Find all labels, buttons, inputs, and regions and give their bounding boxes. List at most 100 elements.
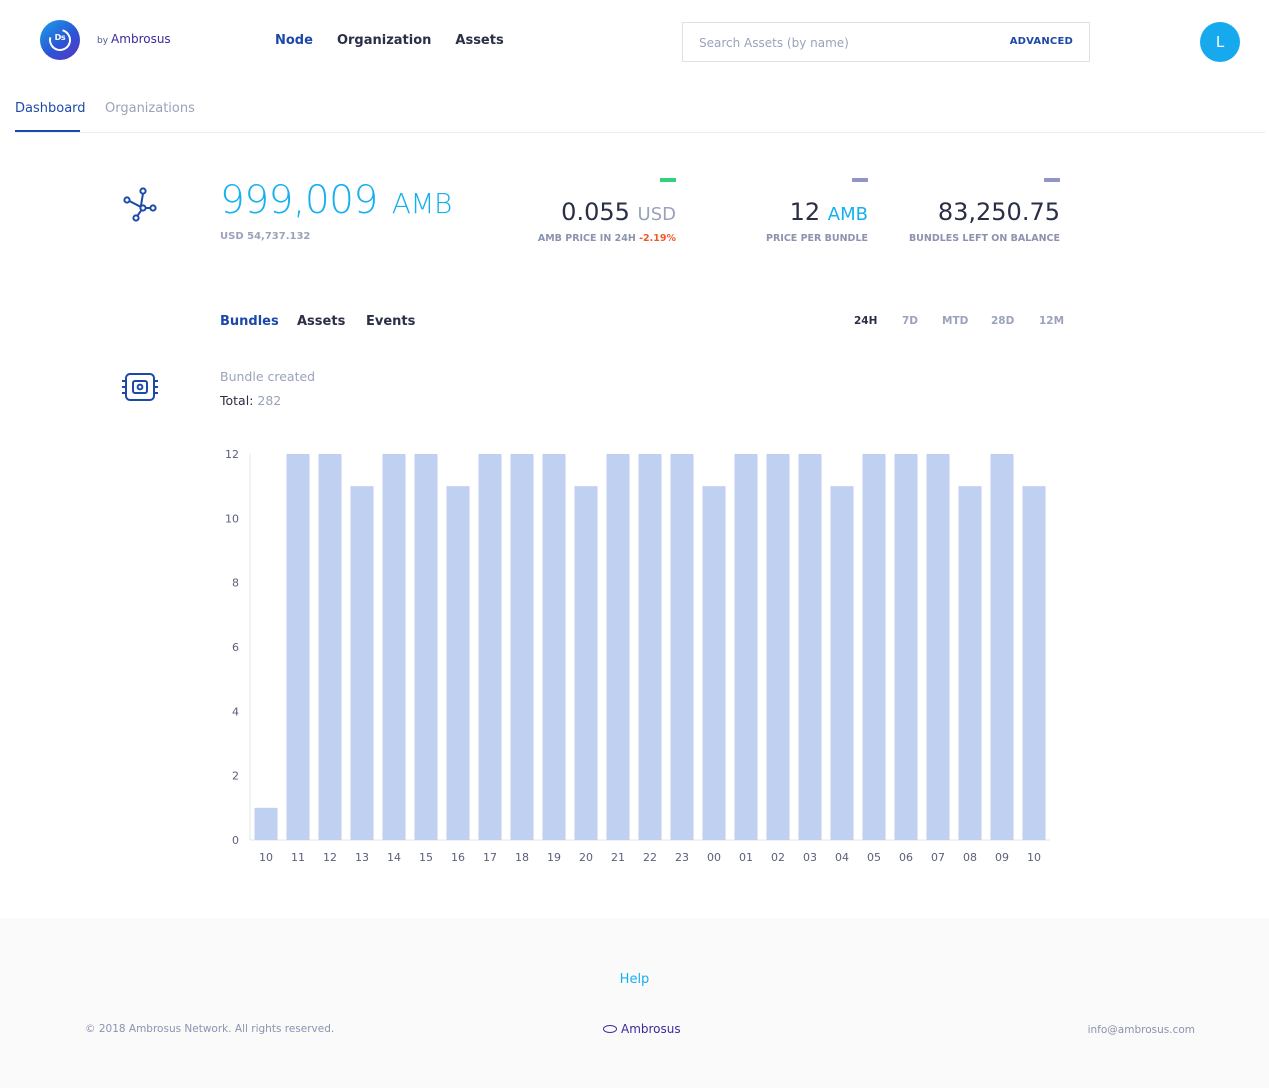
bundle-price-number: 12	[789, 198, 821, 226]
footer-brand: Ambrosus	[621, 1022, 681, 1036]
by-ambrosus-label: by Ambrosus	[97, 32, 171, 46]
price-unit: USD	[637, 204, 676, 225]
x-tick-label: 08	[963, 851, 977, 864]
period-28d[interactable]: 28D	[991, 315, 1014, 327]
contact-email-link[interactable]: info@ambrosus.com	[1088, 1024, 1195, 1036]
price-number: 0.055	[561, 198, 630, 226]
amb-price-label: AMB PRICE IN 24H -2.19%	[538, 233, 676, 244]
balance-amount: 999,009 AMB	[220, 178, 452, 223]
bar	[862, 454, 886, 840]
help-link[interactable]: Help	[0, 972, 1269, 987]
bundle-price-label: PRICE PER BUNDLE	[766, 233, 868, 244]
bar	[670, 454, 694, 840]
x-tick-label: 10	[259, 851, 273, 864]
nav-node[interactable]: Node	[275, 33, 313, 48]
x-tick-label: 13	[355, 851, 369, 864]
x-tick-label: 18	[515, 851, 529, 864]
advanced-search-button[interactable]: ADVANCED	[1010, 36, 1073, 47]
x-tick-label: 02	[771, 851, 785, 864]
x-tick-label: 05	[867, 851, 881, 864]
chart-tab-bundles[interactable]: Bundles	[220, 314, 279, 329]
bar	[990, 454, 1014, 840]
bar	[254, 807, 278, 840]
y-tick-label: 2	[232, 770, 239, 783]
bundles-bar-chart: 02468101210 11 12 13 14 15 16 17 18 19 20 21 22 23 00 0…	[225, 448, 1050, 864]
x-tick-label: 21	[611, 851, 625, 864]
x-tick-label: 09	[995, 851, 1009, 864]
nav-assets[interactable]: Assets	[455, 33, 503, 48]
x-tick-label: 04	[835, 851, 849, 864]
price-label-text: AMB PRICE IN 24H	[537, 233, 636, 244]
bar	[606, 454, 630, 840]
price-indicator	[660, 178, 676, 182]
x-tick-label: 17	[483, 851, 497, 864]
ambrosus-brand: Ambrosus	[111, 32, 171, 46]
search-input[interactable]	[699, 34, 999, 52]
bundle-price-indicator	[852, 178, 868, 182]
search-box: ADVANCED	[682, 22, 1090, 62]
x-tick-label: 16	[451, 851, 465, 864]
bar	[350, 486, 374, 840]
x-tick-label: 12	[323, 851, 337, 864]
bundles-left-value: 83,250.75	[937, 198, 1060, 226]
bundles-left-label: BUNDLES LEFT ON BALANCE	[908, 233, 1060, 244]
main-nav: Node Organization Assets	[275, 33, 528, 48]
bar	[766, 454, 790, 840]
x-tick-label: 00	[707, 851, 721, 864]
y-tick-label: 10	[225, 512, 239, 525]
period-mtd[interactable]: MTD	[942, 315, 968, 327]
amb-price-stat: 0.055 USD AMB PRICE IN 24H -2.19%	[476, 178, 676, 248]
x-tick-label: 22	[643, 851, 657, 864]
bar	[830, 486, 854, 840]
period-7d[interactable]: 7D	[902, 315, 918, 327]
footer-logo: Ambrosus	[603, 1022, 681, 1036]
bar	[1022, 486, 1046, 840]
x-tick-label: 11	[291, 851, 305, 864]
user-avatar[interactable]: L	[1200, 22, 1240, 62]
bar	[798, 454, 822, 840]
bar	[638, 454, 662, 840]
y-tick-label: 6	[232, 641, 239, 654]
bar	[318, 454, 342, 840]
bundle-price-value: 12 AMB	[790, 198, 868, 226]
y-tick-label: 4	[232, 705, 239, 718]
x-tick-label: 07	[931, 851, 945, 864]
x-tick-label: 14	[387, 851, 401, 864]
network-nodes-icon	[123, 187, 157, 222]
ambrosus-eye-icon	[603, 1024, 617, 1033]
amb-price-value: 0.055 USD	[561, 198, 676, 226]
chart-title: Bundle created	[220, 369, 316, 384]
period-24h[interactable]: 24H	[854, 315, 877, 327]
tab-dashboard[interactable]: Dashboard	[15, 101, 86, 116]
copyright-text: © 2018 Ambrosus Network. All rights rese…	[85, 1023, 335, 1035]
period-12m[interactable]: 12M	[1039, 315, 1064, 327]
y-tick-label: 0	[232, 834, 239, 847]
y-tick-label: 12	[225, 448, 239, 461]
bundles-left-indicator	[1044, 178, 1060, 182]
footer: Help © 2018 Ambrosus Network. All rights…	[0, 918, 1269, 1088]
nav-organization[interactable]: Organization	[337, 33, 431, 48]
chart-tab-events[interactable]: Events	[366, 314, 415, 329]
chart-total: Total: 282	[220, 393, 281, 408]
logo-text: Ds	[54, 33, 66, 42]
x-tick-label: 20	[579, 851, 593, 864]
active-tab-underline	[15, 130, 80, 132]
total-label: Total:	[220, 393, 254, 408]
tab-organizations[interactable]: Organizations	[105, 101, 195, 116]
x-tick-label: 19	[547, 851, 561, 864]
balance-usd: USD 54,737.132	[220, 231, 311, 242]
bundle-price-stat: 12 AMB PRICE PER BUNDLE	[718, 178, 868, 248]
price-change: -2.19%	[639, 233, 676, 244]
app-logo[interactable]: Ds	[40, 20, 80, 60]
bar	[958, 486, 982, 840]
bundles-left-stat: 83,250.75 BUNDLES LEFT ON BALANCE	[880, 178, 1060, 248]
balance-value: 999,009	[220, 178, 378, 223]
bar	[926, 454, 950, 840]
balance-unit: AMB	[391, 187, 453, 220]
chart-tab-assets[interactable]: Assets	[297, 314, 345, 329]
bar	[734, 454, 758, 840]
bar	[894, 454, 918, 840]
top-header: Ds byAmbrosus Node Organization Assets A…	[0, 0, 1269, 82]
bar	[510, 454, 534, 840]
bar	[478, 454, 502, 840]
